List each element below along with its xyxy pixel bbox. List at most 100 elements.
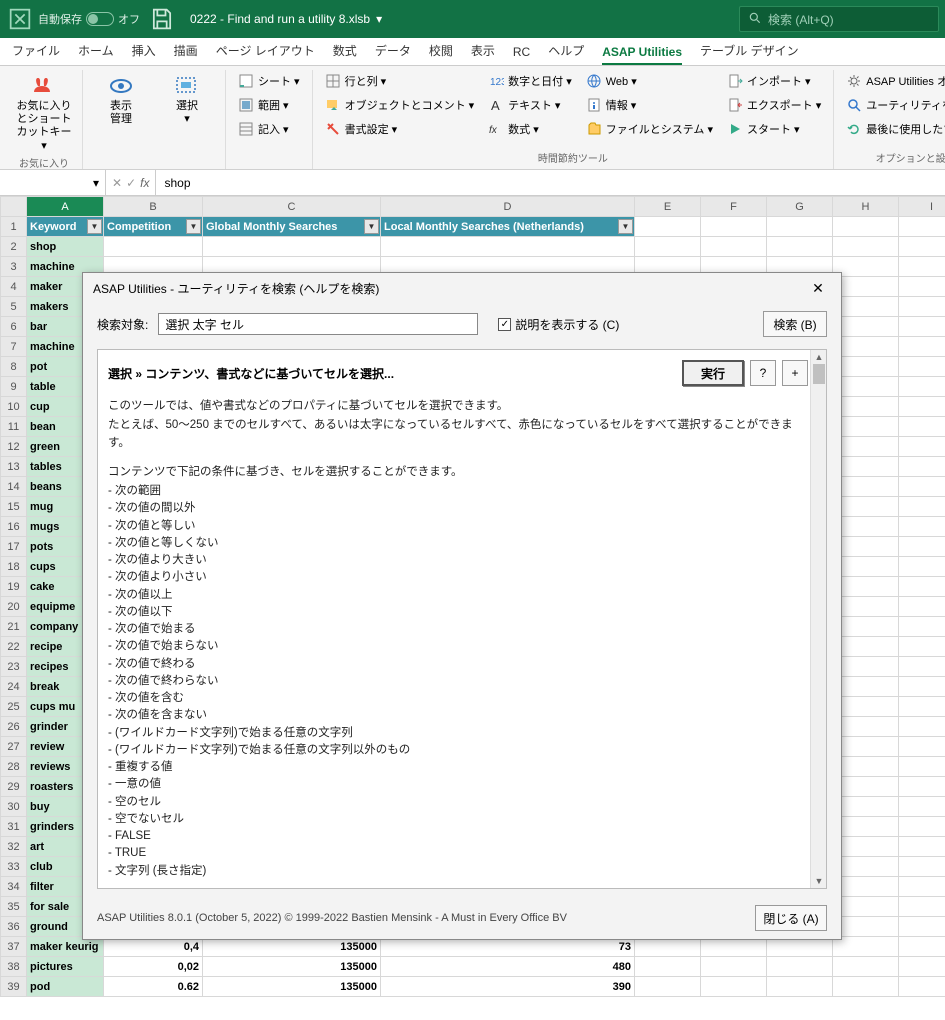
show-description-checkbox[interactable]: ✓ 説明を表示する (C) [498,316,619,333]
cell[interactable] [833,577,899,597]
ribbon-import[interactable]: インポート ▾ [723,70,825,92]
tab-校閲[interactable]: 校閲 [429,42,453,65]
table-header-cell[interactable]: Competition▼ [104,217,203,237]
row-header[interactable]: 23 [1,657,27,677]
col-header-I[interactable]: I [899,197,945,217]
cell[interactable] [635,957,701,977]
ribbon-redo[interactable]: 最後に使用したツー [842,118,945,140]
ribbon-start[interactable]: スタート ▾ [723,118,825,140]
cell[interactable] [899,677,945,697]
cell[interactable] [833,617,899,637]
row-header[interactable]: 31 [1,817,27,837]
cell[interactable] [899,477,945,497]
ribbon-export[interactable]: エクスポート ▾ [723,94,825,116]
cell[interactable] [381,237,635,257]
row-header[interactable]: 34 [1,877,27,897]
ribbon-gear[interactable]: ASAP Utilities オ [842,70,945,92]
cell[interactable] [899,417,945,437]
cell[interactable] [833,297,899,317]
row-header[interactable]: 36 [1,917,27,937]
cell[interactable] [899,637,945,657]
cell[interactable] [635,977,701,997]
execute-button[interactable]: 実行 [682,360,744,386]
col-header-D[interactable]: D [381,197,635,217]
cell[interactable] [701,237,767,257]
row-header[interactable]: 35 [1,897,27,917]
cell[interactable] [899,937,945,957]
cell[interactable] [701,977,767,997]
cell[interactable] [104,237,203,257]
row-header[interactable]: 9 [1,377,27,397]
cell[interactable] [833,337,899,357]
cell[interactable] [899,657,945,677]
tab-ホーム[interactable]: ホーム [78,42,114,65]
cell[interactable] [833,937,899,957]
cell[interactable] [833,777,899,797]
cell[interactable] [833,797,899,817]
row-header[interactable]: 2 [1,237,27,257]
cell[interactable]: 480 [381,957,635,977]
tab-RC[interactable]: RC [513,45,530,65]
ribbon-file[interactable]: ファイルとシステム ▾ [582,118,717,140]
cell[interactable] [899,457,945,477]
scroll-thumb[interactable] [813,364,825,384]
row-header[interactable]: 4 [1,277,27,297]
filter-icon[interactable]: ▼ [186,219,201,234]
row-header[interactable]: 24 [1,677,27,697]
cell[interactable] [833,897,899,917]
cell[interactable]: pod [27,977,104,997]
cell[interactable] [833,737,899,757]
cell[interactable] [899,297,945,317]
cell[interactable] [833,877,899,897]
cell[interactable] [899,697,945,717]
row-header[interactable]: 39 [1,977,27,997]
cell[interactable] [899,237,945,257]
ribbon-search[interactable]: ユーティリティを検索 [842,94,945,116]
cell[interactable] [899,717,945,737]
row-header[interactable]: 30 [1,797,27,817]
row-header[interactable]: 22 [1,637,27,657]
search-field[interactable]: 選択 太字 セル [158,313,478,335]
table-header-cell[interactable] [635,217,701,237]
search-input[interactable]: 検索 (Alt+Q) [739,6,939,32]
row-header[interactable]: 28 [1,757,27,777]
table-header-cell[interactable] [701,217,767,237]
cell[interactable] [833,857,899,877]
cell[interactable] [899,277,945,297]
row-header[interactable]: 21 [1,617,27,637]
col-header-C[interactable]: C [203,197,381,217]
row-header[interactable]: 11 [1,417,27,437]
table-header-cell[interactable] [899,217,945,237]
cell[interactable] [899,617,945,637]
tab-データ[interactable]: データ [375,42,411,65]
table-header-cell[interactable] [833,217,899,237]
col-header-A[interactable]: A [27,197,104,217]
row-header[interactable]: 32 [1,837,27,857]
cell[interactable] [833,957,899,977]
cell[interactable] [767,977,833,997]
cell[interactable] [899,577,945,597]
cell[interactable] [899,737,945,757]
cell[interactable] [833,497,899,517]
save-icon[interactable] [148,5,176,33]
ribbon-object[interactable]: オブジェクトとコメント ▾ [321,94,479,116]
cell[interactable] [899,897,945,917]
cell[interactable] [899,877,945,897]
cell[interactable] [899,557,945,577]
row-header[interactable]: 8 [1,357,27,377]
cell[interactable] [635,237,701,257]
tab-ASAP Utilities[interactable]: ASAP Utilities [602,45,682,65]
cell[interactable]: 135000 [203,957,381,977]
cell[interactable] [833,417,899,437]
help-button[interactable]: ? [750,360,776,386]
cell[interactable] [899,497,945,517]
add-button[interactable]: + [782,360,808,386]
cell[interactable] [899,397,945,417]
row-header[interactable]: 5 [1,297,27,317]
cell[interactable]: pictures [27,957,104,977]
cell[interactable] [833,537,899,557]
ribbon-select[interactable]: 選択▾ [157,70,217,163]
tab-ページ レイアウト[interactable]: ページ レイアウト [216,42,315,65]
row-header[interactable]: 10 [1,397,27,417]
cell[interactable] [899,597,945,617]
